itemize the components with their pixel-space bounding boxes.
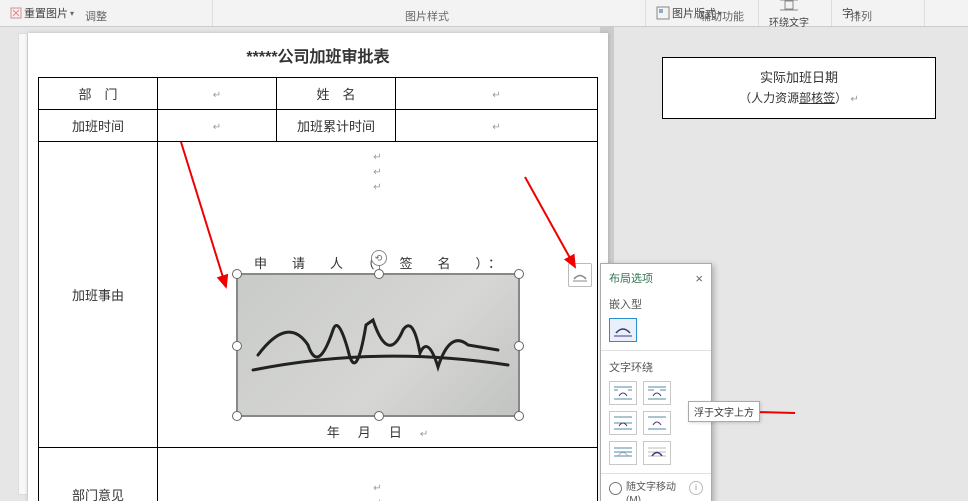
ribbon: 重置图片 ▾ 图片版式▾ 环绕文字 字▾ 调整 图片样式 辅助功能 排列 — [0, 0, 968, 27]
wrap-inline[interactable] — [609, 318, 637, 342]
cell-deptop-label: 部门意见 — [39, 448, 158, 501]
reset-icon — [10, 7, 22, 19]
cell-ottotal-value[interactable]: ↵ — [396, 110, 598, 142]
group-label-arrange: 排列 — [850, 8, 872, 24]
popup-title: 布局选项 — [609, 270, 653, 286]
radio-move-label: 随文字移动(M) — [626, 481, 683, 501]
wrap-topbottom[interactable] — [643, 411, 671, 435]
wrap-icon — [780, 0, 798, 12]
vertical-ruler — [18, 33, 28, 495]
date-day: 日 — [389, 425, 420, 440]
section-wrap: 文字环绕 — [601, 355, 711, 377]
cell-name-label: 姓 名 — [277, 78, 396, 110]
reset-image-label: 重置图片 — [24, 5, 68, 21]
document-area[interactable]: *****公司加班审批表 部 门 ↵ 姓 名 ↵ 加班时间 ↵ 加班累计时间 ↵… — [0, 27, 968, 501]
radio-input[interactable] — [609, 482, 622, 495]
cell-dept-value[interactable]: ↵ — [158, 78, 277, 110]
group-label-style: 图片样式 — [405, 8, 449, 24]
ribbon-group-wrap: 环绕文字 — [759, 0, 832, 26]
cell-dept-label: 部 门 — [39, 78, 158, 110]
group-label-assist: 辅助功能 — [700, 8, 744, 24]
cell-name-value[interactable]: ↵ — [396, 78, 598, 110]
date-year: 年 — [327, 425, 358, 440]
hr-date-box: 实际加班日期 （人力资源部核签） ↵ — [662, 57, 936, 119]
radio-move-with-text[interactable]: 随文字移动(M) i — [601, 478, 711, 501]
section-inline: 嵌入型 — [601, 292, 711, 314]
signature-image[interactable]: ⟲ — [237, 274, 519, 416]
approval-form: 部 门 ↵ 姓 名 ↵ 加班时间 ↵ 加班累计时间 ↵ 加班事由 ↵ ↵ — [38, 77, 598, 501]
group-label-adjust: 调整 — [85, 8, 107, 24]
wrap-through[interactable] — [609, 411, 637, 435]
cell-ottime-label: 加班时间 — [39, 110, 158, 142]
dropdown-icon: ▾ — [70, 9, 74, 18]
wrap-tight[interactable] — [643, 381, 671, 405]
layout-options-icon — [572, 268, 588, 282]
cell-reason-label: 加班事由 — [39, 142, 158, 448]
info-icon[interactable]: i — [689, 481, 703, 495]
layout-options-popup: 布局选项 × 嵌入型 文字环绕 随文字移动(M) i — [600, 263, 712, 501]
wrap-tooltip: 浮于文字上方 — [688, 401, 760, 422]
reset-image-button[interactable]: 重置图片 ▾ — [10, 5, 74, 21]
layout-icon — [656, 6, 670, 20]
document-page: *****公司加班审批表 部 门 ↵ 姓 名 ↵ 加班时间 ↵ 加班累计时间 ↵… — [28, 33, 608, 501]
cell-ottime-value[interactable]: ↵ — [158, 110, 277, 142]
date-month: 月 — [358, 425, 389, 440]
cell-reason-body[interactable]: ↵ ↵ ↵ 申 请 人 （ 签 名 ）： ⟲ — [158, 142, 598, 448]
cell-deptop-body[interactable]: ↵ ↵ 负责人（签名）： 年 月 日↵ — [158, 448, 598, 501]
signature-stroke — [238, 275, 518, 415]
ribbon-group-char: 字▾ — [832, 0, 925, 26]
hr-subtitle: （人力资源部核签） ↵ — [669, 89, 929, 108]
doc-title: *****公司加班审批表 — [38, 43, 598, 67]
layout-options-button[interactable] — [568, 263, 592, 287]
workspace: *****公司加班审批表 部 门 ↵ 姓 名 ↵ 加班时间 ↵ 加班累计时间 ↵… — [0, 27, 968, 501]
wrap-behind[interactable] — [609, 441, 637, 465]
wrap-infront[interactable] — [643, 441, 671, 465]
close-icon[interactable]: × — [695, 271, 703, 286]
hr-title: 实际加班日期 — [669, 68, 929, 89]
wrap-text-button[interactable]: 环绕文字 — [769, 0, 809, 29]
applicant-sig-label: 申 请 人 （ 签 名 ） — [254, 256, 488, 271]
cell-ottotal-label: 加班累计时间 — [277, 110, 396, 142]
wrap-square[interactable] — [609, 381, 637, 405]
